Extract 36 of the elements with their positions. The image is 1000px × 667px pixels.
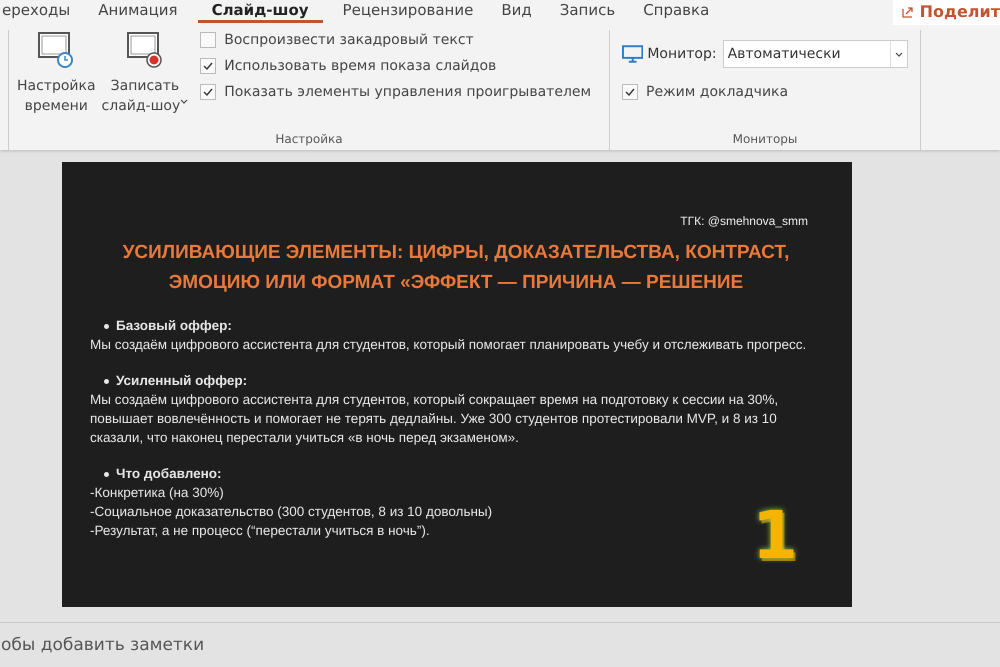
slide-handle-text: ТГК: @smehnova_smm: [679, 214, 808, 228]
checkbox[interactable]: Использовать время показа слайдов: [200, 58, 592, 74]
group-label: Настройка: [274, 132, 344, 148]
ribbon-tab[interactable]: Справка: [629, 0, 724, 23]
bullet-heading: Базовый оффер:: [90, 316, 808, 335]
checkbox[interactable]: Воспроизвести закадровый текст: [200, 32, 592, 48]
checkmark-icon: [624, 86, 636, 98]
slide-paragraph: -Конкретика (на 30%): [90, 484, 225, 502]
ribbon-tab[interactable]: ереходы: [0, 0, 84, 23]
checkbox[interactable]: Режим докладчика: [622, 84, 908, 100]
ribbon-big-button[interactable]: Записать слайд-шоу: [100, 30, 190, 116]
share-icon: [900, 4, 915, 18]
slide-paragraph: Мы создаём цифрового ассистента для студентов, который помогает планировать учебу и отслеживать прогресс.: [90, 336, 808, 354]
number-label: 1: [752, 497, 798, 574]
slide-title: УСИЛИВАЮЩИЕ ЭЛЕМЕНТЫ: ЦИФРЫ, ДОКАЗАТЕЛЬСТВА, КОНТРАСТ, ЭМОЦИЮ ИЛИ ФОРМАТ «ЭФФЕКТ — ПРИЧИНА — РЕШЕНИЕ: [122, 241, 790, 295]
ribbon-tab[interactable]: Анимация: [84, 0, 192, 23]
checkmark-icon: [202, 86, 214, 98]
ribbon-tab[interactable]: Рецензирование: [328, 0, 488, 23]
monitor-icon: [622, 45, 644, 63]
checkmark-icon: [202, 60, 214, 72]
ribbon-big-button[interactable]: Настройка времени: [15, 30, 98, 116]
monitor-label: Монитор:: [647, 46, 717, 62]
checkbox[interactable]: Показать элементы управления проигрывателем: [200, 84, 592, 100]
slide-paragraph: -Социальное доказательство (300 студентов, 8 из 10 довольны): [90, 503, 494, 521]
bullet-heading: Усиленный оффер:: [90, 371, 808, 390]
group-label: Мониторы: [732, 132, 798, 148]
notes-placeholder[interactable]: обы добавить заметки: [0, 622, 1000, 667]
monitor-dropdown[interactable]: Автоматически: [722, 40, 908, 68]
ribbon-tab[interactable]: Запись: [546, 0, 630, 23]
slide-paragraph: -Результат, а не процесс (“перестали учиться в ночь”).: [90, 522, 431, 540]
share-button[interactable]: Поделит: [892, 0, 1000, 25]
ribbon-tab[interactable]: Вид: [487, 0, 546, 23]
ribbon-tab[interactable]: Слайд-шоу: [198, 0, 323, 23]
caret-icon: [895, 52, 903, 56]
slide-paragraph: Мы создаём цифрового ассистента для студентов, который сокращает время на подготовку к сессии на 30%, повышает вовлечённость и помогает не терять дедлайны. Уже 300 студентов протестировали MVP, и 8 из 10 сказали, что наконец перестали учиться «в ночь перед экзаменом».: [90, 391, 780, 447]
bullet-heading: Что добавлено:: [90, 464, 808, 483]
